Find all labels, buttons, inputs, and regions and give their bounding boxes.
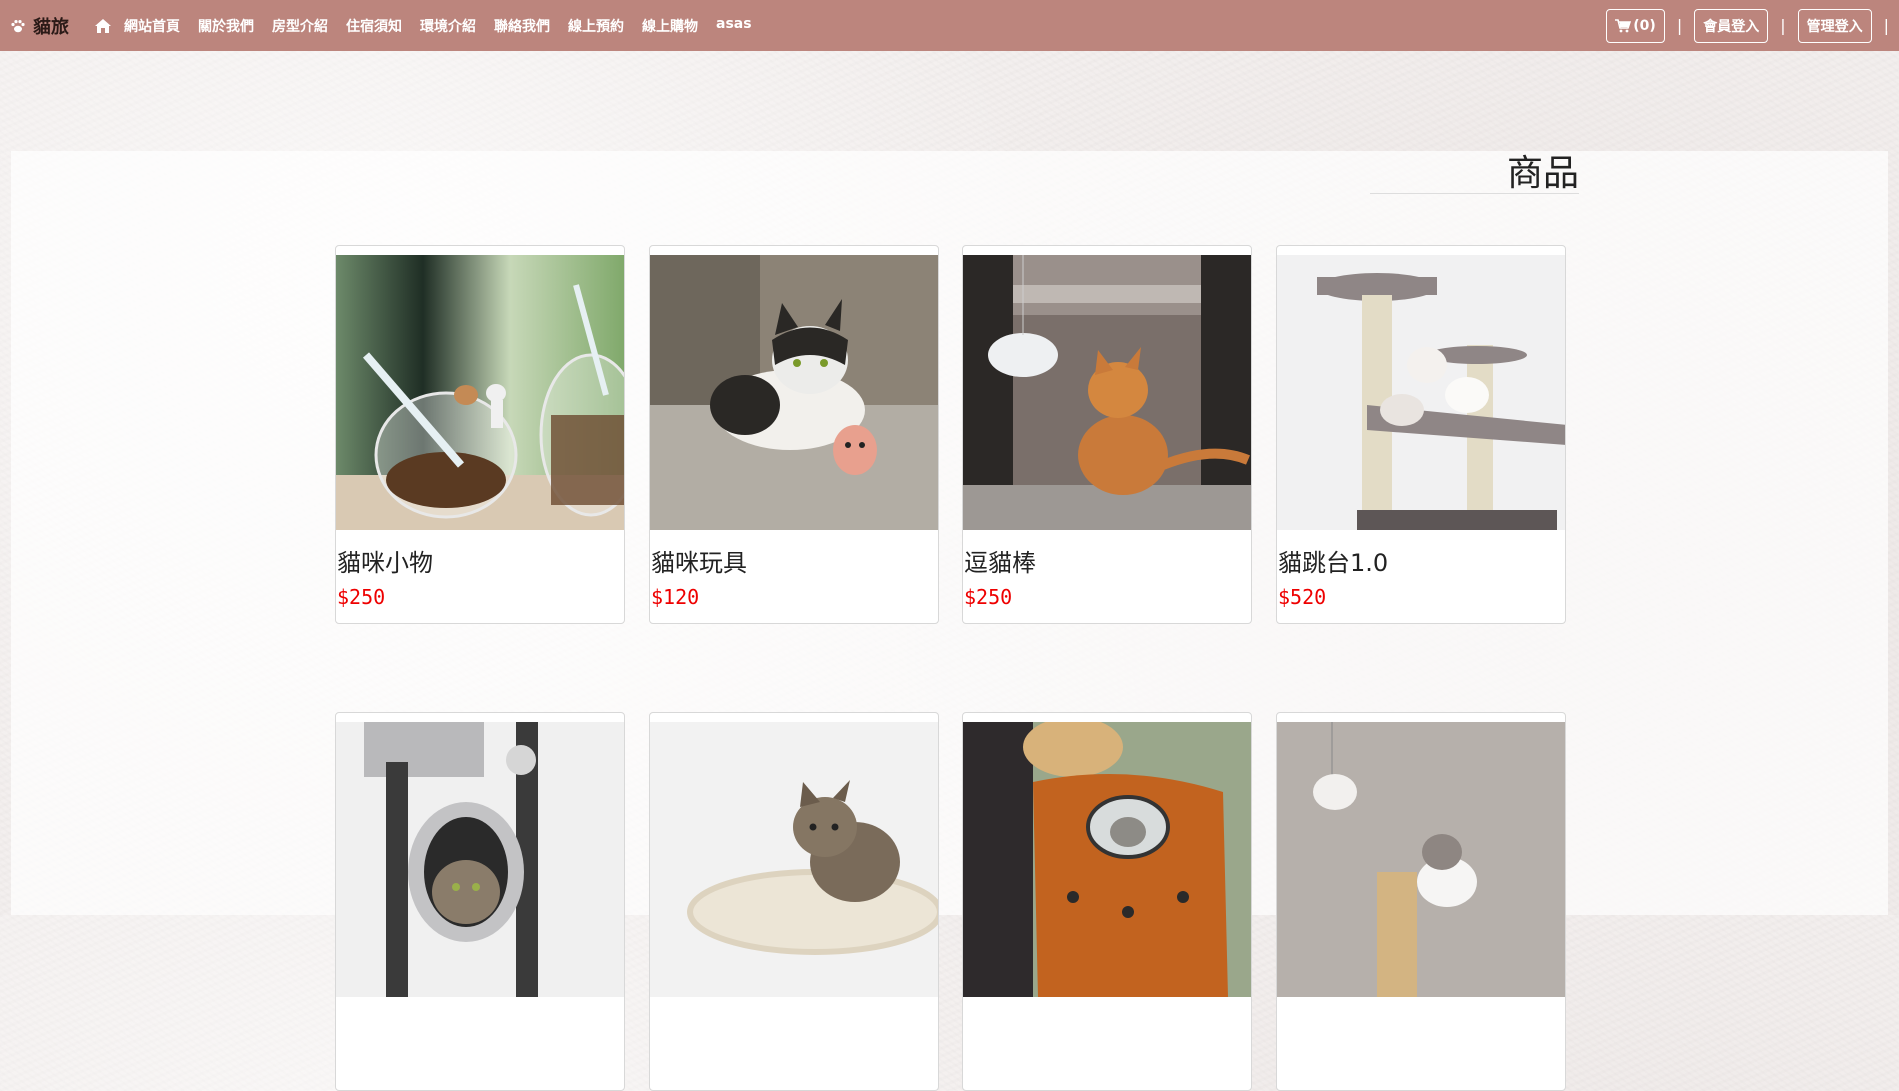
main-nav: 網站首頁 關於我們 房型介紹 住宿須知 環境介紹 聯絡我們 線上預約 線上購物 … [124,16,770,36]
product-image [1277,722,1565,997]
admin-login-button[interactable]: 管理登入 [1797,8,1872,43]
nav-item-booking[interactable]: 線上預約 [568,16,624,36]
product-name: 貓跳台1.0 [1278,549,1389,577]
product-name: 貓咪玩具 [651,549,747,577]
product-image [650,255,938,530]
product-image [336,255,624,530]
product-image [336,722,624,997]
nav-item-shop[interactable]: 線上購物 [642,16,698,36]
product-image [963,722,1251,997]
cart-icon [1615,18,1632,32]
nav-item-stay-info[interactable]: 住宿須知 [346,16,402,36]
top-navbar: 貓旅 網站首頁 關於我們 房型介紹 住宿須知 環境介紹 聯絡我們 線上預約 線上… [0,0,1899,51]
product-card[interactable] [1276,712,1566,1091]
product-card[interactable] [962,712,1252,1091]
product-image [1277,255,1565,530]
page-title: 商品 [1370,153,1579,194]
product-card[interactable] [649,712,939,1091]
product-name: 逗貓棒 [964,549,1036,577]
brand-name: 貓旅 [33,16,69,38]
product-price: $250 [337,585,386,609]
nav-item-environment[interactable]: 環境介紹 [420,16,476,36]
home-icon [95,18,111,33]
nav-item-asas[interactable]: asas [716,16,752,36]
product-name: 貓咪小物 [337,549,433,577]
brand[interactable]: 貓旅 [10,13,69,39]
product-card[interactable]: 逗貓棒 $250 [962,245,1252,624]
product-card[interactable]: 貓咪玩具 $120 [649,245,939,624]
cart-count: (0) [1633,17,1656,34]
product-price: $250 [964,585,1013,609]
product-card[interactable]: 貓跳台1.0 $520 [1276,245,1566,624]
product-image [963,255,1251,530]
paw-icon [11,19,25,32]
product-price: $120 [651,585,700,609]
nav-separator: | [1780,16,1786,35]
cart-button[interactable]: (0) [1606,8,1665,43]
nav-item-home[interactable]: 網站首頁 [124,16,180,36]
product-card[interactable]: 貓咪小物 $250 [335,245,625,624]
content-panel [11,151,1888,915]
nav-separator: | [1676,16,1683,35]
right-nav: (0) | 會員登入 | 管理登入 | [1606,0,1899,51]
home-link[interactable] [93,17,113,35]
nav-separator: | [1883,16,1889,35]
product-card[interactable] [335,712,625,1091]
member-login-button[interactable]: 會員登入 [1694,8,1769,43]
product-image [650,722,938,997]
nav-item-contact[interactable]: 聯絡我們 [494,16,550,36]
nav-item-about[interactable]: 關於我們 [198,16,254,36]
nav-item-rooms[interactable]: 房型介紹 [272,16,328,36]
product-price: $520 [1278,585,1327,609]
